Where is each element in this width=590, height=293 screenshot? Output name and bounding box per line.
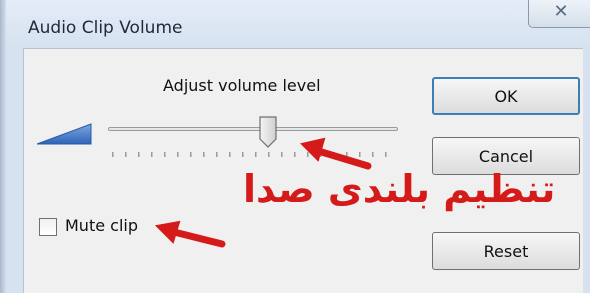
close-button[interactable]: ✕ xyxy=(528,0,590,28)
window-frame-right xyxy=(583,48,590,293)
mute-clip-checkbox[interactable] xyxy=(39,218,57,236)
window-title: Audio Clip Volume xyxy=(28,18,183,38)
adjust-volume-label: Adjust volume level xyxy=(163,76,321,95)
mute-clip-label[interactable]: Mute clip xyxy=(65,216,138,235)
ok-button[interactable]: OK xyxy=(432,77,580,115)
volume-slider-thumb[interactable] xyxy=(258,115,278,149)
title-bar: Audio Clip Volume ✕ xyxy=(6,0,590,48)
window-frame-left xyxy=(6,48,23,293)
reset-button[interactable]: Reset xyxy=(432,232,580,270)
close-icon: ✕ xyxy=(553,1,569,22)
volume-wedge-icon xyxy=(36,123,92,145)
annotation-text: تنظیم بلندی صدا xyxy=(243,167,556,211)
volume-slider-ticks xyxy=(112,152,387,157)
volume-slider-track[interactable] xyxy=(108,127,398,131)
